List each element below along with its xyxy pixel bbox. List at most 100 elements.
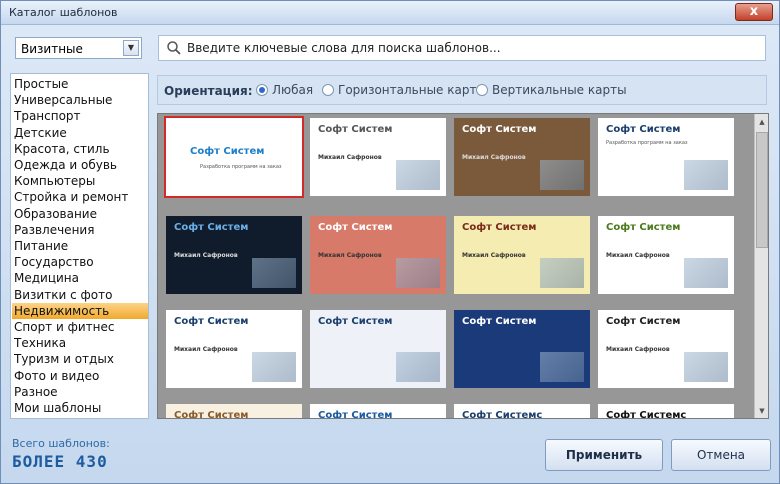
card-illustration — [396, 160, 440, 190]
category-item[interactable]: Техника — [12, 335, 148, 351]
category-item[interactable]: Туризм и отдых — [12, 351, 148, 367]
card-illustration — [396, 258, 440, 288]
category-item[interactable]: Транспорт — [12, 108, 148, 124]
card-illustration — [684, 160, 728, 190]
card-company-name: Софт Систем — [318, 410, 393, 419]
radio-dot[interactable] — [322, 84, 334, 96]
card-company-name: Софт Систем — [174, 222, 249, 233]
cancel-button[interactable]: Отмена — [671, 439, 771, 471]
category-list[interactable]: Простые Универсальные Транспорт Детские Крас… — [10, 73, 149, 419]
category-item[interactable]: Простые — [12, 76, 148, 92]
template-card[interactable]: Софт Систем Разработка программ на заказ — [598, 118, 734, 196]
title-bar: Каталог шаблонов x — [1, 1, 779, 25]
close-button[interactable]: x — [735, 3, 773, 21]
apply-button[interactable]: Применить — [545, 439, 663, 471]
card-person-name: Михаил Сафронов — [462, 252, 526, 259]
scroll-down-icon[interactable]: ▼ — [756, 405, 768, 417]
card-company-name: Софт Системс — [462, 410, 543, 419]
scroll-thumb[interactable] — [756, 132, 768, 248]
template-card[interactable]: Софт Систем Михаил Сафронов — [310, 118, 446, 196]
template-card[interactable]: Софт Систем Михаил Сафронов — [454, 216, 590, 294]
template-card[interactable]: Софт Систем — [310, 404, 446, 419]
category-item[interactable]: Медицина — [12, 270, 148, 286]
card-illustration — [684, 352, 728, 382]
card-illustration — [252, 258, 296, 288]
template-card[interactable]: Софт Систем Михаил Сафронов — [598, 216, 734, 294]
card-company-name: Софт Систем — [462, 124, 537, 135]
card-company-name: Софт Систем — [462, 316, 537, 327]
total-templates-label: Всего шаблонов: — [12, 437, 110, 450]
template-card[interactable]: Софт Системс — [598, 404, 734, 418]
template-catalog-window: Каталог шаблонов x Визитные ▼ ПростыеУни… — [0, 0, 780, 484]
radio-orientation-vertical[interactable]: Вертикальные карты — [476, 83, 627, 99]
card-illustration — [540, 258, 584, 288]
card-company-name: Софт Систем — [174, 410, 249, 419]
search-input[interactable] — [187, 39, 757, 57]
card-company-name: Софт Систем — [318, 124, 393, 135]
template-card[interactable]: Софт Систем — [454, 310, 590, 388]
category-item[interactable]: Питание — [12, 238, 148, 254]
card-company-name: Софт Систем — [318, 316, 393, 327]
card-person-name: Михаил Сафронов — [606, 252, 670, 259]
card-person-name: Михаил Сафронов — [174, 252, 238, 259]
template-card[interactable]: Софт Систем Михаил Сафронов — [310, 216, 446, 294]
template-card[interactable]: Софт Систем Михаил Сафронов — [166, 310, 302, 388]
category-item[interactable]: Одежда и обувь — [12, 157, 148, 173]
card-person-name: Михаил Сафронов — [318, 154, 382, 161]
template-card[interactable]: Софт Систем Михаил Сафронов — [598, 310, 734, 388]
template-card[interactable]: Софт Систем Михаил Сафронов — [454, 118, 590, 196]
template-card[interactable]: Софт Системс — [454, 404, 590, 419]
card-company-name: Софт Систем — [606, 124, 681, 135]
category-item[interactable]: Мои шаблоны — [12, 400, 148, 416]
card-type-dropdown[interactable]: Визитные ▼ — [15, 37, 142, 59]
card-person-name: Михаил Сафронов — [318, 252, 382, 259]
card-illustration — [252, 352, 296, 382]
category-item[interactable]: Развлечения — [12, 222, 148, 238]
card-company-name: Софт Систем — [462, 222, 537, 233]
category-item[interactable]: Образование — [12, 206, 148, 222]
radio-orientation-any[interactable]: Любая — [256, 83, 313, 99]
category-item[interactable]: Государство — [12, 254, 148, 270]
radio-dot[interactable] — [256, 84, 268, 96]
radio-label: Горизонтальные карты — [338, 83, 486, 97]
category-item[interactable]: Детские — [12, 125, 148, 141]
category-item[interactable]: Стройка и ремонт — [12, 189, 148, 205]
template-card[interactable]: Софт Систем — [166, 404, 302, 419]
template-gallery: ▲ ▼ Софт Систем Разработка программ на за… — [157, 113, 769, 419]
category-item[interactable]: Недвижимость — [12, 302, 148, 319]
radio-label: Любая — [272, 83, 314, 97]
category-item[interactable]: Фото и видео — [12, 368, 148, 384]
total-templates-count: БОЛЕЕ 430 — [12, 452, 108, 471]
template-card[interactable]: Софт Систем Разработка программ на заказ — [164, 116, 304, 198]
card-company-name: Софт Систем — [606, 316, 681, 327]
card-illustration — [540, 352, 584, 382]
category-item[interactable]: Визитки с фото — [12, 287, 148, 303]
category-item[interactable]: Универсальные — [12, 92, 148, 108]
category-item[interactable]: Компьютеры — [12, 173, 148, 189]
radio-dot[interactable] — [476, 84, 488, 96]
category-item[interactable]: Разное — [12, 384, 148, 400]
scroll-up-icon[interactable]: ▲ — [756, 116, 768, 128]
dropdown-value: Визитные — [21, 42, 83, 56]
card-tagline: Разработка программ на заказ — [606, 140, 688, 146]
card-tagline: Разработка программ на заказ — [200, 164, 282, 170]
card-illustration — [540, 160, 584, 190]
category-item[interactable]: Красота, стиль — [12, 141, 148, 157]
card-company-name: Софт Систем — [606, 222, 681, 233]
search-box[interactable] — [158, 35, 766, 61]
chevron-down-icon[interactable]: ▼ — [123, 40, 139, 56]
card-illustration — [684, 258, 728, 288]
card-person-name: Михаил Сафронов — [174, 346, 238, 353]
category-item[interactable]: Спорт и фитнес — [12, 319, 148, 335]
card-person-name: Михаил Сафронов — [606, 346, 670, 353]
card-person-name: Михаил Сафронов — [462, 154, 526, 161]
card-illustration — [396, 352, 440, 382]
template-card[interactable]: Софт Систем — [310, 310, 446, 388]
radio-orientation-horizontal[interactable]: Горизонтальные карты — [322, 83, 486, 99]
gallery-scrollbar[interactable]: ▲ ▼ — [754, 114, 768, 418]
orientation-label: Ориентация: — [164, 84, 253, 98]
template-card[interactable]: Софт Систем Михаил Сафронов — [166, 216, 302, 294]
radio-label: Вертикальные карты — [492, 83, 627, 97]
orientation-bar: Ориентация: Любая Горизонтальные карты В… — [157, 75, 767, 105]
card-company-name: Софт Систем — [318, 222, 393, 233]
